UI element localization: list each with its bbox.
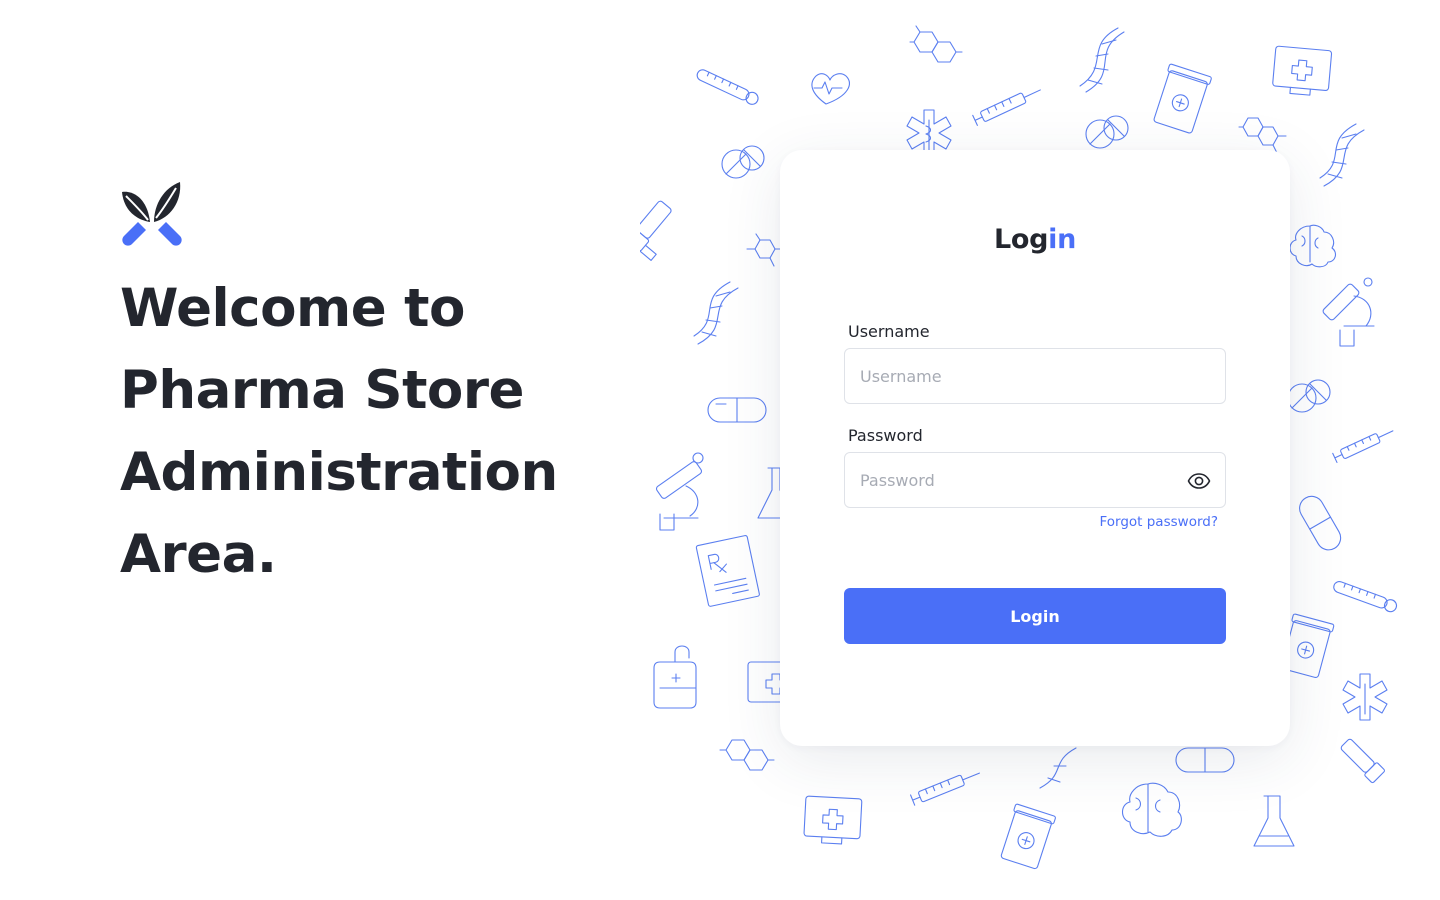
eye-icon[interactable] <box>1187 469 1211 493</box>
login-title-accent: in <box>1048 224 1077 255</box>
brain-icon <box>1289 224 1337 268</box>
forgot-password-link[interactable]: Forgot password? <box>1099 514 1218 530</box>
prescription-icon <box>695 535 760 607</box>
dna-icon <box>1319 123 1365 187</box>
hero: Welcome to Pharma Store Administration A… <box>120 180 580 596</box>
inhaler-icon <box>1340 738 1385 784</box>
inhaler-icon <box>640 200 672 261</box>
welcome-heading-line: Welcome to <box>120 278 465 339</box>
medical-star-icon <box>1342 673 1388 721</box>
first-aid-monitor-icon <box>803 795 863 845</box>
password-field <box>844 452 1226 508</box>
welcome-heading-line: Administration <box>120 442 558 503</box>
dna-icon <box>1079 27 1125 93</box>
password-label: Password <box>848 426 923 445</box>
first-aid-monitor-icon <box>1272 45 1333 96</box>
syringe-icon <box>910 772 980 806</box>
microscope-icon <box>655 452 704 531</box>
username-label: Username <box>848 322 930 341</box>
login-title: Login <box>780 224 1290 255</box>
pills-icon <box>1085 115 1129 149</box>
molecule-icon <box>719 739 775 771</box>
pill-bottle-icon <box>1000 803 1056 870</box>
molecule-icon <box>909 25 963 63</box>
thermometer-icon <box>1333 580 1398 613</box>
dna-icon <box>1039 747 1077 789</box>
iv-bag-icon <box>653 645 697 709</box>
thermometer-icon <box>696 69 759 105</box>
brain-icon <box>1121 782 1182 837</box>
pills-icon <box>1287 379 1331 413</box>
login-card: Login Username Password Forgot password?… <box>780 150 1290 746</box>
welcome-heading: Welcome to Pharma Store Administration A… <box>120 268 580 596</box>
capsule-icon <box>1299 495 1342 551</box>
leaf-capsule-logo <box>122 182 182 246</box>
molecule-icon <box>1238 117 1287 154</box>
username-input[interactable] <box>845 349 1225 403</box>
login-button[interactable]: Login <box>844 588 1226 644</box>
dna-icon <box>693 281 739 345</box>
microscope-icon <box>1322 277 1375 347</box>
login-title-main: Log <box>993 224 1049 255</box>
capsule-icon <box>707 397 767 423</box>
flask-icon <box>1253 795 1295 847</box>
capsule-icon <box>1175 747 1235 773</box>
username-field <box>844 348 1226 404</box>
welcome-heading-line: Pharma Store <box>120 360 524 421</box>
heart-icon <box>811 73 850 105</box>
syringe-icon <box>972 89 1041 126</box>
molecule-icon <box>746 233 784 267</box>
pills-icon <box>721 145 765 179</box>
password-input[interactable] <box>845 453 1225 507</box>
syringe-icon <box>1332 430 1394 463</box>
welcome-heading-line: Area. <box>120 524 277 585</box>
pill-bottle-icon <box>1153 63 1212 134</box>
